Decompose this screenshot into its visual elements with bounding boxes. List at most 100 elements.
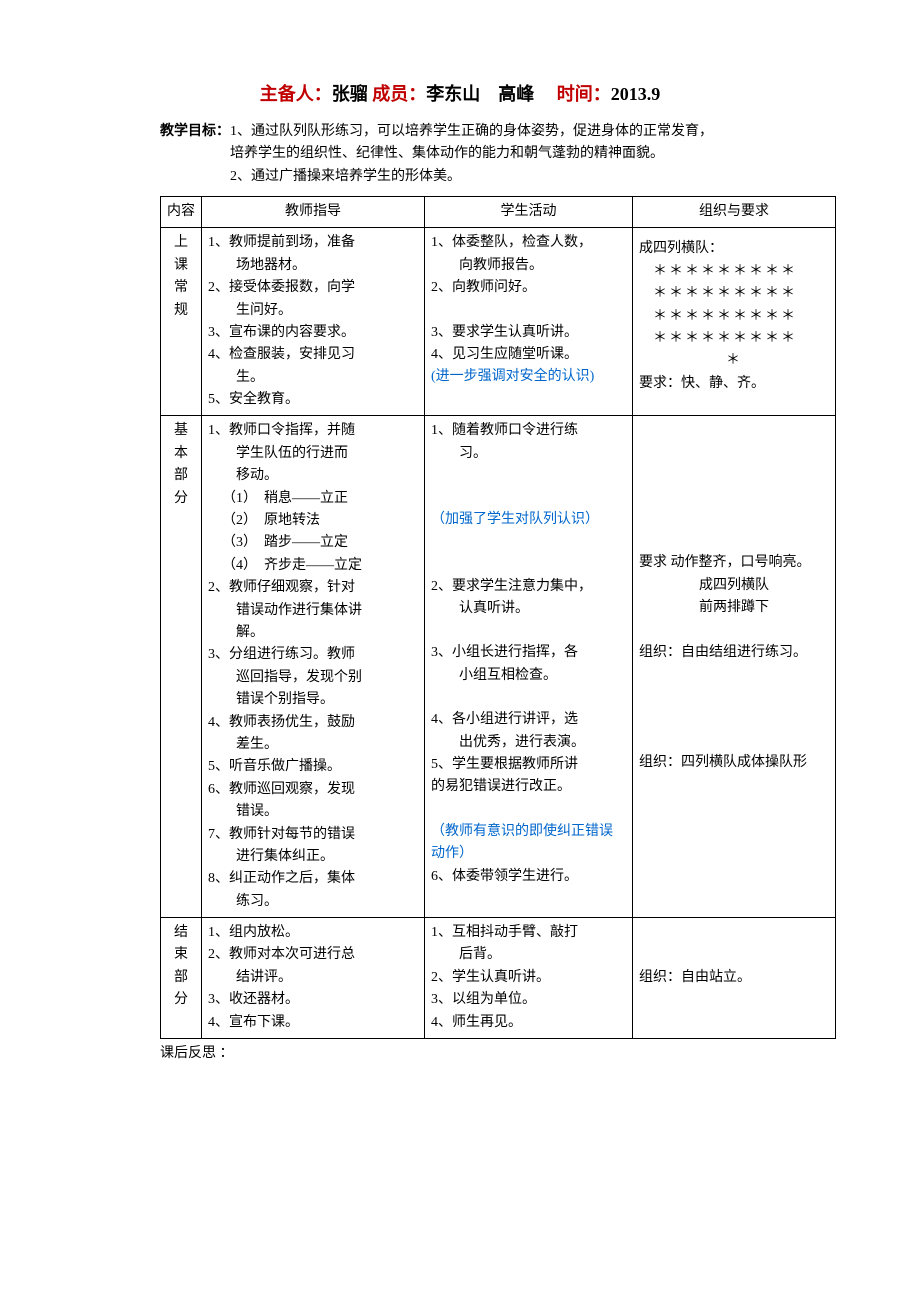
row1-label-3: 规 [174, 300, 188, 322]
r2t3c: 错误个别指导。 [208, 689, 418, 711]
r1s1: 1、体委整队，检查人数， [431, 232, 626, 254]
r1o-s2: ＊＊＊＊＊＊＊＊＊ [639, 283, 829, 305]
row2-label-3: 分 [174, 488, 188, 510]
row-end: 结 束 部 分 1、组内放松。 2、教师对本次可进行总 结讲评。 3、收还器材。… [161, 918, 836, 1039]
hdr-org: 组织与要求 [633, 196, 836, 227]
r2ts4: （4） 齐步走——立定 [208, 555, 418, 577]
row-routine: 上 课 常 规 1、教师提前到场，准备 场地器材。 2、接受体委报数，向学 生问… [161, 228, 836, 416]
goal-label: 教学目标： [160, 124, 230, 139]
r2t8: 8、纠正动作之后，集体 [208, 868, 418, 890]
hdr-section-text: 内容 [167, 201, 195, 223]
row2-org: 要求 动作整齐，口号响亮。 成四列横队 前两排蹲下 组织：自由结组进行练习。 组… [633, 416, 836, 918]
r2ts2: （2） 原地转法 [208, 510, 418, 532]
row3-student: 1、互相抖动手臂、敲打 后背。 2、学生认真听讲。 3、以组为单位。 4、师生再… [425, 918, 633, 1039]
row3-teacher: 1、组内放松。 2、教师对本次可进行总 结讲评。 3、收还器材。 4、宣布下课。 [202, 918, 425, 1039]
r1t3: 3、宣布课的内容要求。 [208, 322, 418, 344]
r2s2b: 认真听讲。 [431, 598, 626, 620]
r2s4b: 出优秀，进行表演。 [431, 732, 626, 754]
r1t2b: 生问好。 [208, 300, 418, 322]
r3s3: 3、以组为单位。 [431, 989, 626, 1011]
r1o-req: 要求：快、静、齐。 [639, 373, 829, 395]
r2s3b: 小组互相检查。 [431, 665, 626, 687]
r1t2: 2、接受体委报数，向学 [208, 277, 418, 299]
r2s-note2: （教师有意识的即使纠正错误动作） [431, 821, 626, 866]
r2t3b: 巡回指导，发现个别 [208, 667, 418, 689]
goal-line1: 1、通过队列队形练习，可以培养学生正确的身体姿势，促进身体的正常发育， [230, 124, 713, 139]
r3s4: 4、师生再见。 [431, 1012, 626, 1034]
goal-line1b: 培养学生的组织性、纪律性、集体动作的能力和朝气蓬勃的精神面貌。 [160, 143, 664, 165]
hdr-teacher: 教师指导 [202, 196, 425, 227]
r2t2: 2、教师仔细观察，针对 [208, 577, 418, 599]
r2s1b: 习。 [431, 443, 626, 465]
r3o1: 组织：自由站立。 [639, 967, 829, 989]
row1-label-1: 课 [174, 255, 188, 277]
r2ts3: （3） 踏步——立定 [208, 532, 418, 554]
prep-label: 主备人： [260, 84, 332, 104]
r2s6: 6、体委带领学生进行。 [431, 866, 626, 888]
r2t3: 3、分组进行练习。教师 [208, 644, 418, 666]
r1o1: 成四列横队： [639, 238, 829, 260]
r1o-s1: ＊＊＊＊＊＊＊＊＊ [639, 261, 829, 283]
r2o-req1: 要求 动作整齐，口号响亮。 [639, 552, 829, 574]
r1t1: 1、教师提前到场，准备 [208, 232, 418, 254]
time-label: 时间： [557, 84, 611, 104]
r2o-org1: 组织：自由结组进行练习。 [639, 642, 829, 664]
hdr-section: 内容 [161, 196, 202, 227]
r2s-note1: （加强了学生对队列认识） [431, 509, 626, 531]
row-main: 基 本 部 分 1、教师口令指挥，并随 学生队伍的行进而 移动。 （1） 稍息—… [161, 416, 836, 918]
r3s1: 1、互相抖动手臂、敲打 [431, 922, 626, 944]
r2s1: 1、随着教师口令进行练 [431, 420, 626, 442]
r2s3: 3、小组长进行指挥，各 [431, 642, 626, 664]
r3t2b: 结讲评。 [208, 967, 418, 989]
r1s1b: 向教师报告。 [431, 255, 626, 277]
r3t4: 4、宣布下课。 [208, 1012, 418, 1034]
row2-label-2: 部 [174, 465, 188, 487]
r1o-s3: ＊＊＊＊＊＊＊＊＊ [639, 306, 829, 328]
after-reflection: 课后反思 ： [160, 1043, 760, 1065]
goal-line2: 2、通过广播操来培养学生的形体美。 [160, 166, 461, 188]
r2t7b: 进行集体纠正。 [208, 846, 418, 868]
r2t6b: 错误。 [208, 801, 418, 823]
r1t4b: 生。 [208, 367, 418, 389]
r2t4b: 差生。 [208, 734, 418, 756]
row3-label: 结 束 部 分 [161, 918, 202, 1039]
r2o-req1b: 成四列横队 [639, 575, 829, 597]
r3t1: 1、组内放松。 [208, 922, 418, 944]
table-header-row: 内容 教师指导 学生活动 组织与要求 [161, 196, 836, 227]
r2t2c: 解。 [208, 622, 418, 644]
r1s4: 4、见习生应随堂听课。 [431, 344, 626, 366]
row1-label-2: 常 [174, 277, 188, 299]
r2t2b: 错误动作进行集体讲 [208, 600, 418, 622]
member-names: 李东山 高峰 [426, 84, 534, 104]
row1-student: 1、体委整队，检查人数， 向教师报告。 2、向教师问好。 3、要求学生认真听讲。… [425, 228, 633, 416]
r2o-req1c: 前两排蹲下 [639, 597, 829, 619]
r2o-org2: 组织：四列横队成体操队形 [639, 752, 829, 774]
lesson-table: 内容 教师指导 学生活动 组织与要求 上 课 常 规 1、教师提前到场，准备 场… [160, 196, 836, 1039]
r2t8b: 练习。 [208, 891, 418, 913]
member-label: 成员： [372, 84, 426, 104]
row1-teacher: 1、教师提前到场，准备 场地器材。 2、接受体委报数，向学 生问好。 3、宣布课… [202, 228, 425, 416]
hdr-student: 学生活动 [425, 196, 633, 227]
r1o-s5: ＊ [639, 350, 829, 372]
r1s3: 3、要求学生认真听讲。 [431, 322, 626, 344]
r2s5: 5、学生要根据教师所讲 [431, 754, 626, 776]
r3t2: 2、教师对本次可进行总 [208, 944, 418, 966]
r2ts1: （1） 稍息——立正 [208, 488, 418, 510]
row2-teacher: 1、教师口令指挥，并随 学生队伍的行进而 移动。 （1） 稍息——立正 （2） … [202, 416, 425, 918]
r2t4: 4、教师表扬优生，鼓励 [208, 712, 418, 734]
r2t5: 5、听音乐做广播操。 [208, 756, 418, 778]
teaching-goal: 教学目标：1、通过队列队形练习，可以培养学生正确的身体姿势，促进身体的正常发育，… [160, 121, 760, 188]
row2-label: 基 本 部 分 [161, 416, 202, 918]
r1t4: 4、检查服装，安排见习 [208, 344, 418, 366]
r2s2: 2、要求学生注意力集中， [431, 576, 626, 598]
r2t1b: 学生队伍的行进而 [208, 443, 418, 465]
row2-label-0: 基 [174, 420, 188, 442]
r1t1b: 场地器材。 [208, 255, 418, 277]
row3-label-1: 束 [174, 944, 188, 966]
header-line: 主备人：张骝 成员：李东山 高峰 时间：2013.9 [160, 80, 760, 109]
row3-label-3: 分 [174, 989, 188, 1011]
r3t3: 3、收还器材。 [208, 989, 418, 1011]
row2-student: 1、随着教师口令进行练 习。 （加强了学生对队列认识） 2、要求学生注意力集中，… [425, 416, 633, 918]
r2t1: 1、教师口令指挥，并随 [208, 420, 418, 442]
r1s-note: (进一步强调对安全的认识) [431, 366, 626, 388]
